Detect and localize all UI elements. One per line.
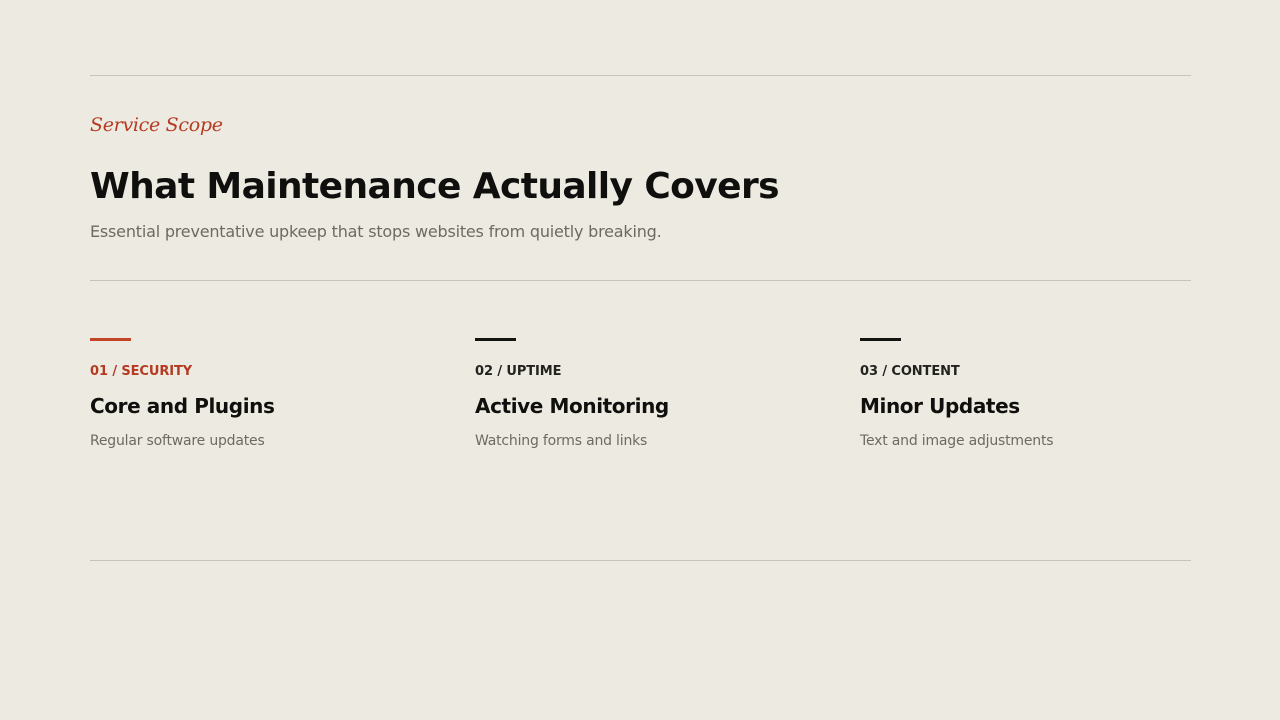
card-accent-bar (90, 338, 131, 341)
card-tag: 01 / SECURITY (90, 364, 193, 379)
card-accent-bar (475, 338, 516, 341)
card-accent-bar (860, 338, 901, 341)
card-heading: Active Monitoring (475, 394, 669, 418)
card-heading: Minor Updates (860, 394, 1020, 418)
bottom-divider (90, 560, 1191, 561)
card-uptime: 02 / UPTIME Active Monitoring Watching f… (475, 338, 805, 449)
card-tag: 03 / CONTENT (860, 364, 960, 379)
card-description: Regular software updates (90, 433, 265, 449)
card-description: Text and image adjustments (860, 433, 1054, 449)
middle-divider (90, 280, 1191, 281)
page-subtitle: Essential preventative upkeep that stops… (90, 222, 662, 241)
card-tag: 02 / UPTIME (475, 364, 562, 379)
top-divider (90, 75, 1191, 76)
card-heading: Core and Plugins (90, 394, 275, 418)
card-content: 03 / CONTENT Minor Updates Text and imag… (860, 338, 1190, 449)
page-title: What Maintenance Actually Covers (90, 166, 780, 207)
section-eyebrow: Service Scope (90, 114, 223, 136)
card-security: 01 / SECURITY Core and Plugins Regular s… (90, 338, 420, 449)
card-description: Watching forms and links (475, 433, 648, 449)
